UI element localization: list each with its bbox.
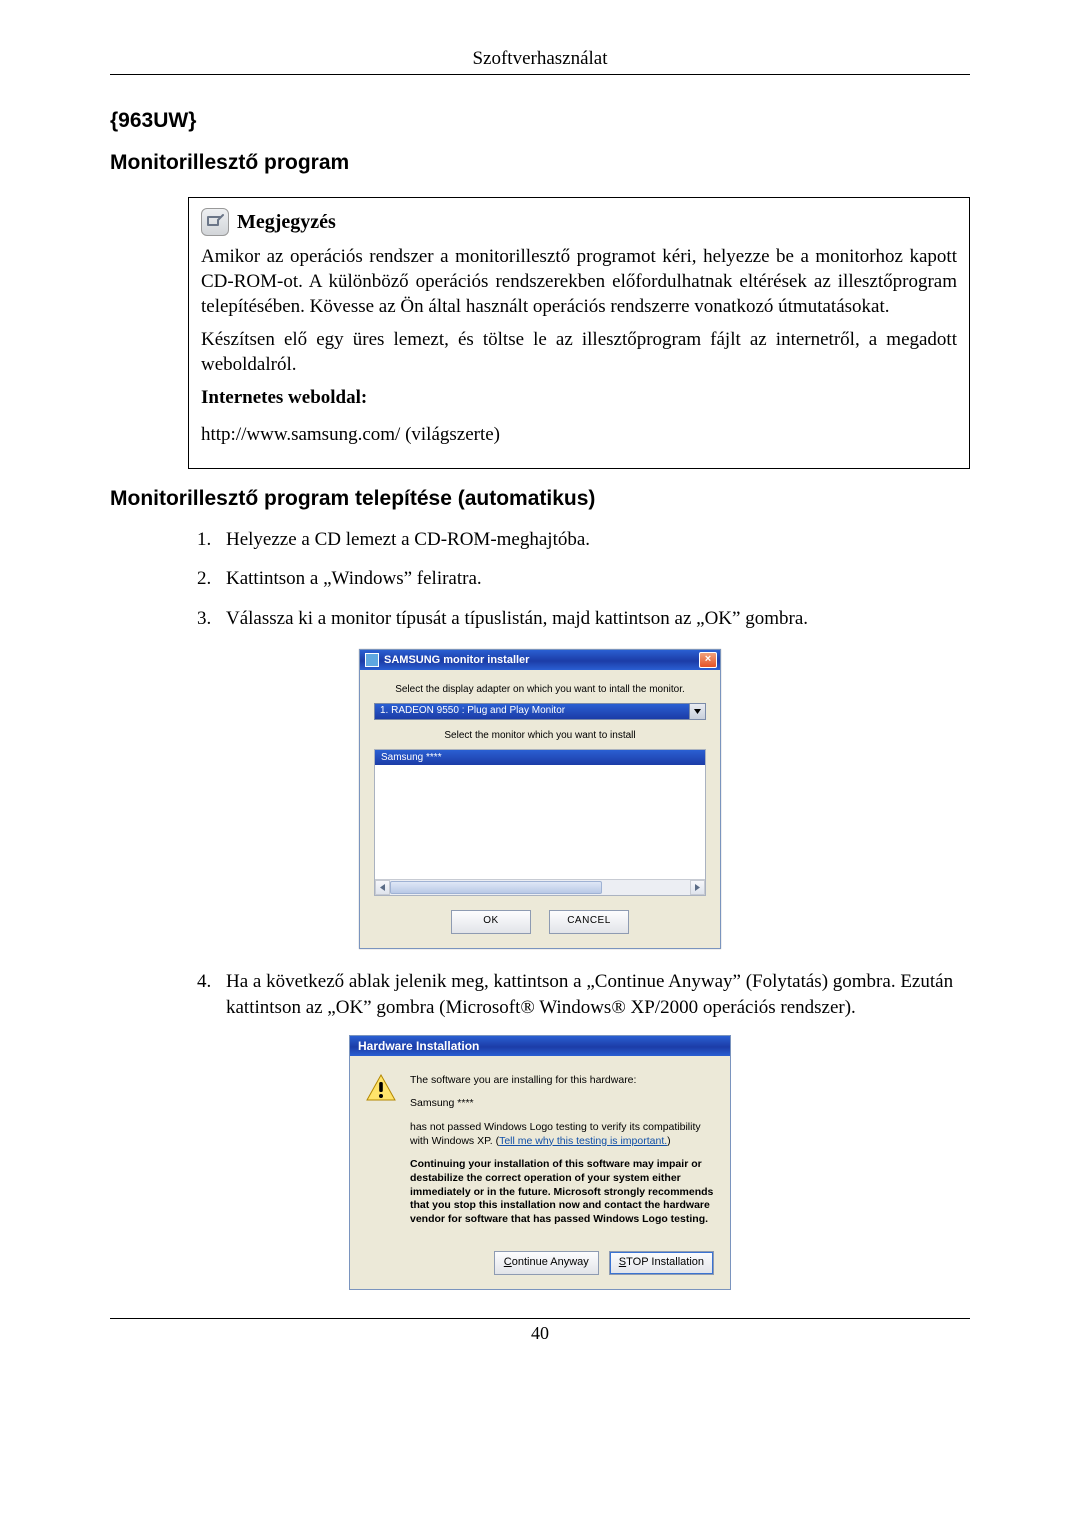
hw-warning: Continuing your installation of this sof…: [410, 1158, 714, 1226]
app-icon: [365, 653, 379, 667]
step-2: Kattintson a „Windows” feliratra.: [216, 566, 970, 592]
note-icon: [201, 208, 229, 236]
installer-title: SAMSUNG monitor installer: [384, 654, 529, 666]
close-icon[interactable]: ×: [699, 652, 717, 668]
website-label: Internetes weboldal:: [201, 387, 367, 408]
website-value: http://www.samsung.com/ (világszerte): [201, 422, 957, 447]
horizontal-scrollbar[interactable]: [375, 879, 705, 895]
running-header: Szoftverhasználat: [110, 48, 970, 70]
note-paragraph-2: Készítsen elő egy üres lemezt, és töltse…: [201, 327, 957, 377]
stop-installation-button[interactable]: STOP Installation: [609, 1251, 714, 1275]
hw-device: Samsung ****: [410, 1097, 714, 1111]
step-1: Helyezze a CD lemezt a CD-ROM-meghajtóba…: [216, 527, 970, 553]
step-3: Válassza ki a monitor típusát a típuslis…: [216, 606, 970, 632]
note-box: Megjegyzés Amikor az operációs rendszer …: [188, 197, 970, 469]
heading-model: {963UW}: [110, 109, 970, 133]
heading-install-auto: Monitorillesztő program telepítése (auto…: [110, 487, 970, 511]
hw-line1: The software you are installing for this…: [410, 1074, 714, 1088]
chevron-down-icon[interactable]: [689, 704, 705, 719]
installer-dialog: SAMSUNG monitor installer × Select the d…: [359, 649, 721, 949]
cancel-button[interactable]: CANCEL: [549, 910, 629, 934]
hw-compat: has not passed Windows Logo testing to v…: [410, 1121, 714, 1148]
header-rule: [110, 74, 970, 75]
adapter-selected: 1. RADEON 9550 : Plug and Play Monitor: [375, 704, 689, 719]
adapter-dropdown[interactable]: 1. RADEON 9550 : Plug and Play Monitor: [374, 703, 706, 720]
installer-prompt-2: Select the monitor which you want to ins…: [374, 730, 706, 741]
continue-anyway-button[interactable]: Continue Anyway: [494, 1251, 599, 1275]
hardware-installation-title: Hardware Installation: [350, 1036, 730, 1056]
note-title: Megjegyzés: [237, 209, 336, 235]
scroll-left-icon[interactable]: [375, 880, 390, 895]
warning-icon: [366, 1074, 396, 1102]
monitor-listbox[interactable]: Samsung ****: [374, 749, 706, 896]
hw-testing-link[interactable]: Tell me why this testing is important.: [499, 1135, 667, 1147]
hardware-installation-dialog: Hardware Installation The software you a…: [349, 1035, 731, 1290]
monitor-selected[interactable]: Samsung ****: [375, 750, 705, 765]
ok-button[interactable]: OK: [451, 910, 531, 934]
page-number: 40: [110, 1323, 970, 1344]
step-4: Ha a következő ablak jelenik meg, kattin…: [216, 969, 970, 1020]
footer-rule: [110, 1318, 970, 1319]
installer-prompt-1: Select the display adapter on which you …: [374, 684, 706, 695]
scrollbar-track[interactable]: [390, 880, 690, 895]
scroll-right-icon[interactable]: [690, 880, 705, 895]
scrollbar-thumb[interactable]: [390, 881, 602, 894]
heading-driver: Monitorillesztő program: [110, 151, 970, 175]
note-paragraph-1: Amikor az operációs rendszer a monitoril…: [201, 244, 957, 319]
